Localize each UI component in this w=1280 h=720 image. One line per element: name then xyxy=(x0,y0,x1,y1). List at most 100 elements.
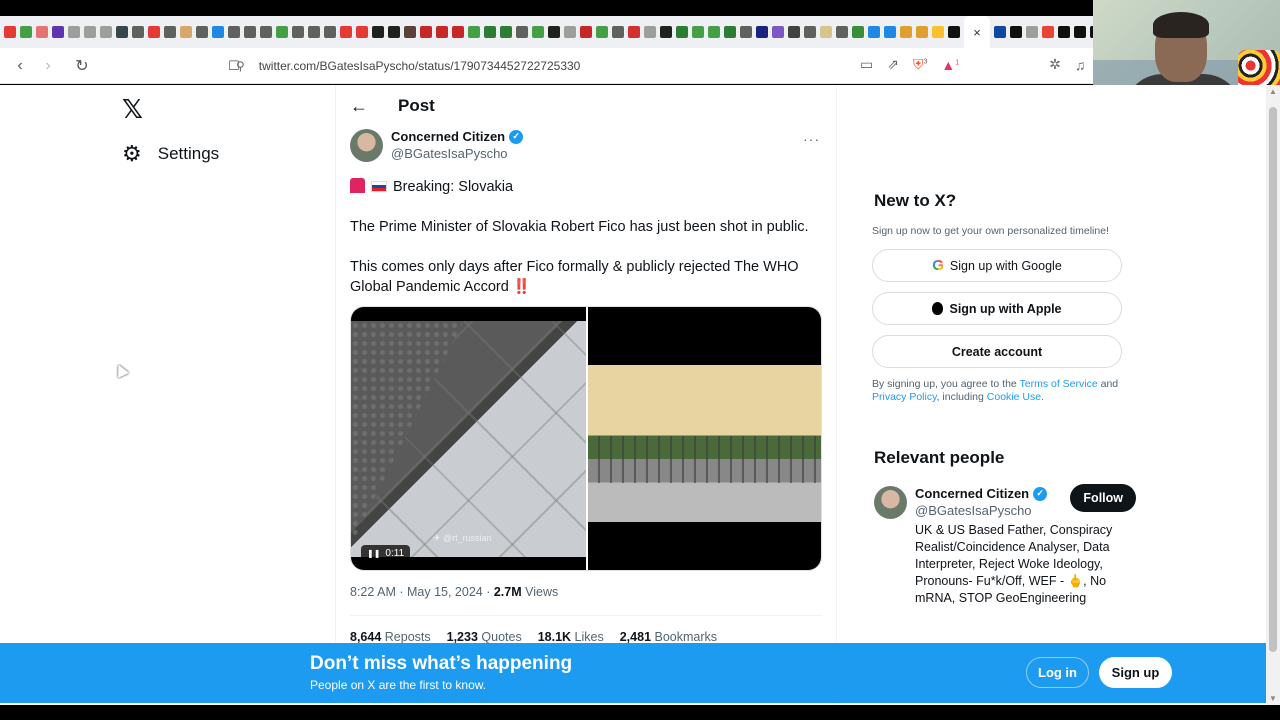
tab-globe-icon[interactable] xyxy=(516,26,528,38)
tab-theta-icon[interactable] xyxy=(372,26,384,38)
tab-x-icon[interactable] xyxy=(1010,26,1022,38)
brave-shield-icon[interactable]: ⛨3 xyxy=(913,56,927,73)
active-tab-close-button[interactable]: × xyxy=(964,16,990,48)
scroll-down-icon[interactable]: ▼ xyxy=(1269,694,1277,703)
tab-flower-icon[interactable] xyxy=(36,26,48,38)
stat-reposts[interactable]: 8,644 Reposts xyxy=(350,630,431,644)
forward-button[interactable]: › xyxy=(34,57,62,75)
page-scrollbar[interactable]: ▲ ▼ xyxy=(1266,85,1280,705)
tab-c-icon[interactable] xyxy=(4,26,16,38)
tab-theta-icon[interactable] xyxy=(548,26,560,38)
tab-mps-icon[interactable] xyxy=(180,26,192,38)
tab-x-icon[interactable] xyxy=(1074,26,1086,38)
tab-globe-icon[interactable] xyxy=(196,26,208,38)
tab-re-icon[interactable] xyxy=(756,26,768,38)
cast-icon[interactable]: ▭ xyxy=(860,56,873,73)
tweet-media[interactable]: ✈ @rt_russian ❚❚ 0:11 xyxy=(350,306,822,571)
tab-theta-icon[interactable] xyxy=(388,26,400,38)
tab-mic-icon[interactable] xyxy=(148,26,160,38)
tab-globe-icon[interactable] xyxy=(292,26,304,38)
tab-rt-icon[interactable] xyxy=(484,26,496,38)
tab-globe-icon[interactable] xyxy=(804,26,816,38)
tab-dollar-icon[interactable] xyxy=(468,26,480,38)
avatar[interactable] xyxy=(350,129,383,162)
tab-dollar-icon[interactable] xyxy=(276,26,288,38)
tab-dollar-icon[interactable] xyxy=(708,26,720,38)
tab-globe-icon[interactable] xyxy=(324,26,336,38)
tab-dash-icon[interactable] xyxy=(644,26,656,38)
tab-globe-icon[interactable] xyxy=(740,26,752,38)
cookie-link[interactable]: Cookie Use xyxy=(987,391,1041,403)
tab-tiger-icon[interactable] xyxy=(916,26,928,38)
tab-r-icon[interactable] xyxy=(452,26,464,38)
tab-hand-icon[interactable] xyxy=(932,26,944,38)
media-image[interactable] xyxy=(588,307,821,570)
tab-horse-icon[interactable] xyxy=(788,26,800,38)
tab-globe-icon[interactable] xyxy=(244,26,256,38)
follow-button[interactable]: Follow xyxy=(1070,484,1136,512)
tab-globe-icon[interactable] xyxy=(228,26,240,38)
author-name-text[interactable]: Concerned Citizen xyxy=(391,129,505,144)
signup-button[interactable]: Sign up xyxy=(1099,657,1172,688)
scrollbar-thumb[interactable] xyxy=(1269,107,1277,652)
tab-gear-icon[interactable] xyxy=(612,26,624,38)
login-button[interactable]: Log in xyxy=(1026,657,1089,688)
extensions-icon[interactable]: ✲ xyxy=(1049,56,1061,73)
tab-s-icon[interactable] xyxy=(436,26,448,38)
person-name-text[interactable]: Concerned Citizen xyxy=(915,486,1029,501)
tab-x-pattern-icon[interactable] xyxy=(772,26,784,38)
tab-percent-icon[interactable] xyxy=(628,26,640,38)
video-player[interactable]: ✈ @rt_russian ❚❚ 0:11 xyxy=(351,307,586,570)
tweet-date[interactable]: May 15, 2024 xyxy=(407,585,483,599)
tab-dash-icon[interactable] xyxy=(100,26,112,38)
reload-button[interactable]: ↻ xyxy=(68,56,96,76)
scroll-up-icon[interactable]: ▲ xyxy=(1269,87,1277,96)
x-logo-icon[interactable]: 𝕏 xyxy=(122,95,143,125)
share-icon[interactable]: ⇗ xyxy=(887,56,899,73)
tab-google-icon[interactable] xyxy=(1042,26,1054,38)
back-button[interactable]: ‹ xyxy=(6,57,34,75)
avatar[interactable] xyxy=(874,486,907,519)
tab-globe-icon[interactable] xyxy=(308,26,320,38)
post-author[interactable]: Concerned Citizen ✓ @BGatesIsaPyscho xyxy=(350,129,524,162)
tab-play-icon[interactable] xyxy=(52,26,64,38)
tab-globe-icon[interactable] xyxy=(164,26,176,38)
tab-ns-icon[interactable] xyxy=(724,26,736,38)
tab-globe-icon[interactable] xyxy=(260,26,272,38)
media-icon[interactable]: ♫ xyxy=(1075,57,1086,73)
tab-dollar-icon[interactable] xyxy=(596,26,608,38)
tweet-time[interactable]: 8:22 AM xyxy=(350,585,396,599)
stat-likes[interactable]: 18.1K Likes xyxy=(538,630,604,644)
privacy-link[interactable]: Privacy Policy xyxy=(872,391,937,403)
tab-theta-icon[interactable] xyxy=(660,26,672,38)
tab-wheat-icon[interactable] xyxy=(820,26,832,38)
tab-m-icon[interactable] xyxy=(404,26,416,38)
signup-apple-button[interactable]: Sign up with Apple xyxy=(872,292,1122,325)
tab-at-icon[interactable] xyxy=(212,26,224,38)
tab-play-icon[interactable] xyxy=(20,26,32,38)
more-options-icon[interactable]: ··· xyxy=(803,131,820,147)
tab-tiger-icon[interactable] xyxy=(900,26,912,38)
tab-c-icon[interactable] xyxy=(420,26,432,38)
signup-google-button[interactable]: G Sign up with Google xyxy=(872,249,1122,282)
tab-gg-icon[interactable] xyxy=(868,26,880,38)
author-handle[interactable]: @BGatesIsaPyscho xyxy=(391,146,523,161)
tab-x-icon[interactable] xyxy=(1058,26,1070,38)
tab-dollar-icon[interactable] xyxy=(692,26,704,38)
create-account-button[interactable]: Create account xyxy=(872,335,1122,368)
author-name[interactable]: Concerned Citizen ✓ xyxy=(391,129,524,144)
stat-bookmarks[interactable]: 2,481 Bookmarks xyxy=(620,630,717,644)
tab-x-icon[interactable] xyxy=(948,26,960,38)
tab-gg-icon[interactable] xyxy=(884,26,896,38)
stat-quotes[interactable]: 1,233 Quotes xyxy=(447,630,522,644)
pause-icon[interactable]: ❚❚ xyxy=(367,549,380,558)
tab-rt-icon[interactable] xyxy=(676,26,688,38)
tab-g-icon[interactable] xyxy=(994,26,1006,38)
settings-link[interactable]: ⚙ Settings xyxy=(122,141,219,167)
video-controls[interactable]: ❚❚ 0:11 xyxy=(361,545,411,562)
tab-youtube-icon[interactable] xyxy=(340,26,352,38)
tab-rt-icon[interactable] xyxy=(500,26,512,38)
tab-rupee-icon[interactable] xyxy=(68,26,80,38)
tab-dollar-icon[interactable] xyxy=(532,26,544,38)
url-text[interactable]: twitter.com/BGatesIsaPyscho/status/17907… xyxy=(259,59,581,73)
